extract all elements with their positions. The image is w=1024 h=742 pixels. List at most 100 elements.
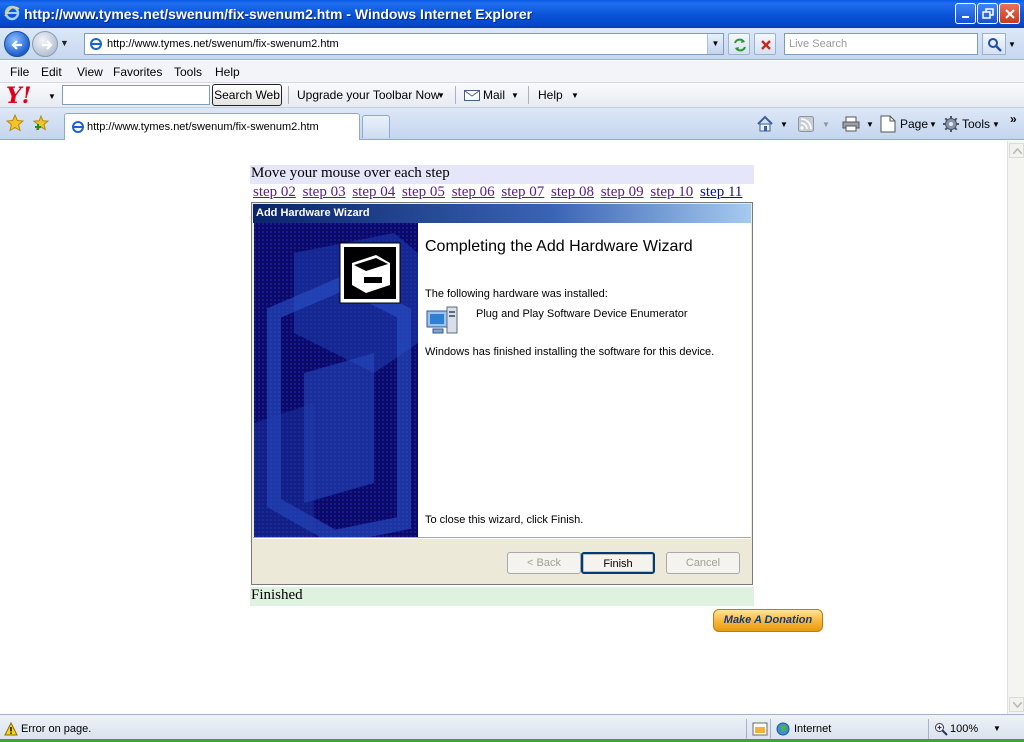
add-favorites-icon[interactable] <box>32 114 50 132</box>
arrow-up-icon <box>1013 148 1022 154</box>
wizard-side-graphic <box>254 223 418 537</box>
arrow-down-icon <box>1013 702 1022 708</box>
toolbar-divider <box>455 86 456 104</box>
tools-menu-button[interactable]: Tools <box>962 117 990 131</box>
back-button[interactable] <box>4 31 30 57</box>
page-menu-icon <box>880 115 896 133</box>
step-caption: Finished <box>250 587 754 606</box>
tab-active[interactable]: http://www.tymes.net/swenum/fix-swenum2.… <box>64 113 360 140</box>
live-search-input[interactable]: Live Search <box>784 33 978 55</box>
wizard-content: Completing the Add Hardware Wizard The f… <box>418 223 751 537</box>
menu-file[interactable]: File <box>10 65 29 79</box>
make-donation-button[interactable]: Make A Donation <box>713 609 823 632</box>
title-bar: http://www.tymes.net/swenum/fix-swenum2.… <box>0 0 1024 28</box>
step-link-current[interactable]: step 11 <box>700 184 742 200</box>
back-button-disabled: < Back <box>507 552 581 574</box>
zoom-dropdown-icon[interactable]: ▼ <box>993 724 1001 733</box>
tab-title: http://www.tymes.net/swenum/fix-swenum2.… <box>87 121 319 133</box>
help-dropdown-icon[interactable]: ▼ <box>571 91 579 100</box>
close-button[interactable] <box>999 3 1020 24</box>
menu-favorites[interactable]: Favorites <box>113 65 162 79</box>
upgrade-dropdown-icon[interactable]: ▼ <box>437 91 445 100</box>
new-tab-button[interactable] <box>362 115 390 138</box>
search-web-button[interactable]: Search Web <box>212 84 282 106</box>
warning-icon[interactable] <box>4 722 18 736</box>
recent-pages-dropdown-icon[interactable]: ▼ <box>60 38 69 48</box>
print-icon[interactable] <box>842 116 860 132</box>
stop-icon <box>761 40 771 50</box>
status-bar: Error on page. Internet 100% ▼ <box>0 714 1024 742</box>
zoom-level[interactable]: 100% <box>950 723 978 735</box>
page-icon <box>90 38 102 50</box>
search-options-dropdown-icon[interactable]: ▼ <box>1008 40 1016 49</box>
mail-dropdown-icon[interactable]: ▼ <box>511 91 519 100</box>
tools-menu-dropdown-icon[interactable]: ▼ <box>992 120 1000 129</box>
wizard-divider <box>253 537 751 539</box>
menu-view[interactable]: View <box>77 65 103 79</box>
vertical-scrollbar[interactable] <box>1007 141 1024 714</box>
close-wizard-text: To close this wizard, click Finish. <box>425 514 584 526</box>
forward-button[interactable] <box>32 31 58 57</box>
step-link[interactable]: step 04 <box>352 184 395 200</box>
minimize-button[interactable] <box>955 3 976 24</box>
toolbar-divider <box>288 86 289 104</box>
page-menu-dropdown-icon[interactable]: ▼ <box>929 120 937 129</box>
step-link[interactable]: step 08 <box>551 184 594 200</box>
address-field[interactable]: http://www.tymes.net/swenum/fix-swenum2.… <box>84 33 724 55</box>
feeds-icon[interactable] <box>798 116 814 132</box>
page-icon <box>72 121 84 133</box>
yahoo-logo[interactable]: Y! <box>6 83 31 109</box>
wizard-title: Add Hardware Wizard <box>253 204 751 223</box>
scroll-up-button[interactable] <box>1009 143 1024 158</box>
upgrade-toolbar-link[interactable]: Upgrade your Toolbar Now <box>297 88 440 102</box>
favorites-star-icon[interactable] <box>6 114 24 132</box>
help-button[interactable]: Help <box>538 88 563 102</box>
finished-installing-text: Windows has finished installing the soft… <box>425 346 715 358</box>
step-link[interactable]: step 02 <box>253 184 296 200</box>
step-link[interactable]: step 05 <box>402 184 445 200</box>
address-toolbar: ▼ http://www.tymes.net/swenum/fix-swenum… <box>0 28 1024 60</box>
finish-button[interactable]: Finish <box>581 552 655 574</box>
add-hardware-wizard-screenshot: Add Hardware Wizard Completing the Add H… <box>251 202 753 585</box>
internet-explorer-icon <box>4 5 20 21</box>
step-link[interactable]: step 09 <box>601 184 644 200</box>
restore-button[interactable] <box>977 3 998 24</box>
menu-help[interactable]: Help <box>215 65 240 79</box>
menu-bar: File Edit View Favorites Tools Help <box>0 61 1024 83</box>
restore-icon <box>982 8 994 19</box>
step-link[interactable]: step 10 <box>650 184 693 200</box>
security-zone: Internet <box>794 723 832 735</box>
scroll-down-button[interactable] <box>1009 697 1024 712</box>
mail-button[interactable]: Mail <box>483 88 505 102</box>
home-dropdown-icon[interactable]: ▼ <box>780 120 788 129</box>
step-link[interactable]: step 07 <box>501 184 544 200</box>
address-dropdown-button[interactable]: ▼ <box>707 34 723 54</box>
window-title: http://www.tymes.net/swenum/fix-swenum2.… <box>24 6 533 22</box>
step-link[interactable]: step 03 <box>303 184 346 200</box>
search-button[interactable] <box>982 33 1006 55</box>
feeds-dropdown-icon[interactable]: ▼ <box>822 120 830 129</box>
home-icon[interactable] <box>756 115 774 133</box>
yahoo-search-input[interactable] <box>62 85 210 105</box>
installed-text: The following hardware was installed: <box>425 288 608 300</box>
step-links: step 02 step 03 step 04 step 05 step 06 … <box>250 184 754 202</box>
cancel-button-disabled: Cancel <box>666 552 740 574</box>
yahoo-menu-dropdown-icon[interactable]: ▼ <box>48 92 56 101</box>
print-dropdown-icon[interactable]: ▼ <box>866 120 874 129</box>
status-text: Error on page. <box>21 723 92 735</box>
menu-tools[interactable]: Tools <box>174 65 202 79</box>
forward-arrow-icon <box>42 40 53 50</box>
mail-icon <box>464 90 480 101</box>
refresh-icon <box>734 38 746 52</box>
tab-bar: http://www.tymes.net/swenum/fix-swenum2.… <box>0 108 1024 140</box>
device-name: Plug and Play Software Device Enumerator <box>476 308 688 320</box>
refresh-button[interactable] <box>728 33 750 55</box>
toolbar-overflow-icon[interactable]: » <box>1010 112 1017 126</box>
menu-edit[interactable]: Edit <box>41 65 62 79</box>
status-divider <box>746 719 747 739</box>
step-link[interactable]: step 06 <box>452 184 495 200</box>
stop-button[interactable] <box>754 33 776 55</box>
page-content: Move your mouse over each step step 02 s… <box>0 141 1007 714</box>
page-menu-button[interactable]: Page <box>900 117 928 131</box>
zoom-icon <box>935 723 948 736</box>
